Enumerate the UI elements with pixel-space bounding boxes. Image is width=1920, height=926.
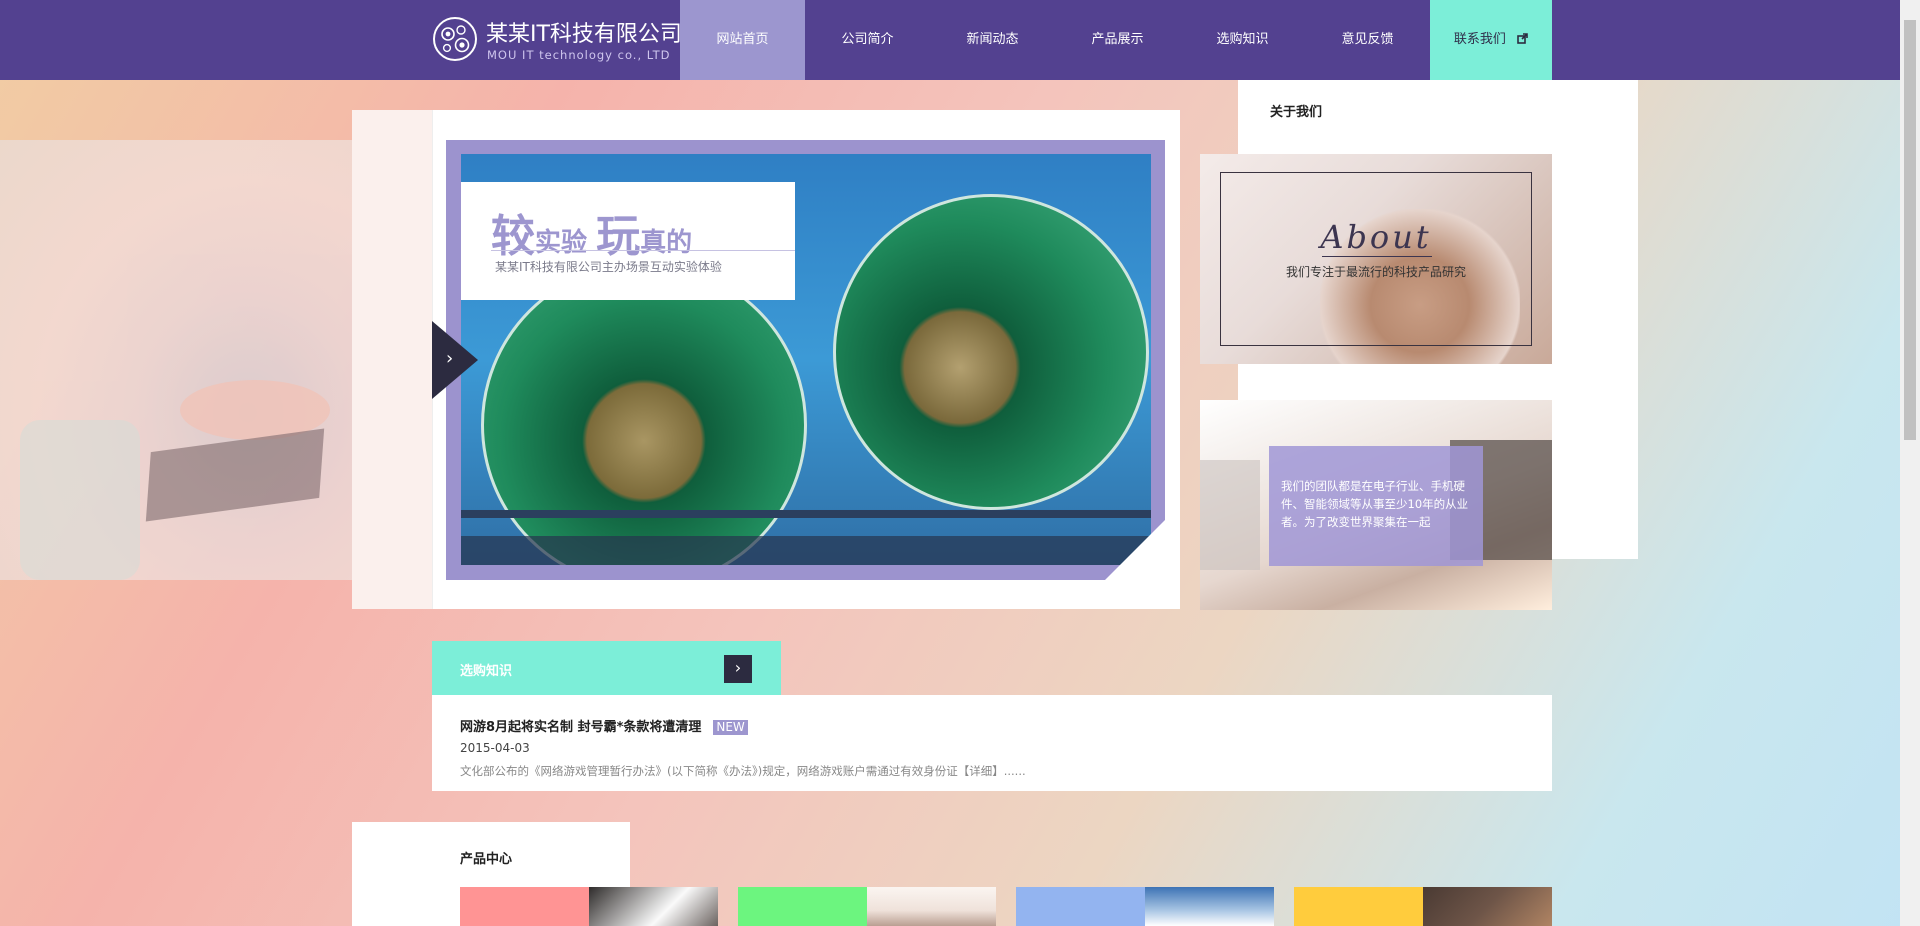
banner-title-big-2: 玩: [596, 211, 641, 262]
nav-item-buying-guide[interactable]: 选购知识: [1180, 0, 1305, 80]
logo-icon: [433, 17, 477, 61]
chevron-right-icon: ›: [734, 658, 742, 677]
knowledge-panel: 网游8月起将实名制 封号霸*条款将遭清理 NEW 2015-04-03 文化部公布…: [432, 695, 1552, 791]
product-card[interactable]: [738, 887, 996, 926]
nav-item-home[interactable]: 网站首页: [680, 0, 805, 80]
product-card-image: [1145, 887, 1274, 926]
banner-title-big-1: 较: [491, 211, 535, 262]
product-card[interactable]: [1294, 887, 1552, 926]
product-card[interactable]: [460, 887, 718, 926]
banner-caption: 较实验 玩真的 某某IT科技有限公司主办场景互动实验体验: [461, 182, 795, 300]
product-card-color-block: [1294, 887, 1423, 926]
banner-pipe-left: [481, 262, 807, 565]
photo-jar-shape: [20, 420, 140, 580]
banner-rail: [461, 510, 1151, 518]
product-card-color-block: [460, 887, 589, 926]
about-frame: [1220, 172, 1532, 346]
external-link-icon: [1517, 33, 1528, 44]
team-caption: 我们的团队都是在电子行业、手机硬件、智能领域等从事至少10年的从业者。为了改变世…: [1269, 446, 1483, 566]
banner-ground: [461, 536, 1151, 565]
banner-corner-cut: [1105, 520, 1165, 580]
product-card-image: [589, 887, 718, 926]
product-card[interactable]: [1016, 887, 1274, 926]
products-heading: 产品中心: [460, 852, 513, 867]
news-title: 网游8月起将实名制 封号霸*条款将遭清理: [460, 720, 702, 735]
knowledge-tab[interactable]: 选购知识 ›: [432, 641, 781, 695]
product-card-image: [867, 887, 996, 926]
main-nav: 网站首页 公司简介 新闻动态 产品展示 选购知识 意见反馈 联系我们: [680, 0, 1552, 80]
brand-subtitle: MOU IT technology co., LTD: [487, 48, 671, 62]
product-card-image: [1423, 887, 1552, 926]
scrollbar-thumb[interactable]: [1904, 20, 1916, 440]
news-description: 文化部公布的《网络游戏管理暂行办法》(以下简称《办法》)规定，网络游戏账户需通过…: [460, 764, 1026, 778]
nav-item-feedback[interactable]: 意见反馈: [1305, 0, 1430, 80]
banner-pipe-right: [833, 194, 1149, 510]
nav-item-news[interactable]: 新闻动态: [930, 0, 1055, 80]
about-word: About: [1320, 218, 1432, 256]
caption-divider: [491, 250, 795, 251]
logo[interactable]: 某某IT科技有限公司 MOU IT technology co., LTD: [432, 14, 682, 68]
banner-subtitle: 某某IT科技有限公司主办场景互动实验体验: [495, 260, 722, 274]
site-header: 某某IT科技有限公司 MOU IT technology co., LTD 网站…: [0, 0, 1900, 80]
team-photo-shelf-left: [1200, 460, 1260, 570]
nav-item-about[interactable]: 公司简介: [805, 0, 930, 80]
news-title-link[interactable]: 网游8月起将实名制 封号霸*条款将遭清理 NEW: [460, 716, 748, 735]
about-word-underline: [1322, 256, 1432, 257]
nav-item-contact[interactable]: 联系我们: [1430, 0, 1552, 80]
product-card-color-block: [1016, 887, 1145, 926]
new-badge: NEW: [713, 720, 748, 735]
chevron-right-icon: ›: [446, 348, 454, 369]
knowledge-tab-label: 选购知识: [460, 664, 513, 679]
banner-title: 较实验 玩真的: [491, 200, 692, 264]
news-date: 2015-04-03: [460, 741, 530, 755]
nav-item-products[interactable]: 产品展示: [1055, 0, 1180, 80]
brand-name: 某某IT科技有限公司: [486, 22, 682, 47]
about-heading: 关于我们: [1270, 105, 1323, 120]
contact-label: 联系我们: [1453, 32, 1506, 47]
product-card-color-block: [738, 887, 867, 926]
banner-title-small-2: 真的: [640, 228, 693, 258]
banner-side-strip: [352, 110, 433, 609]
banner-title-small-1: 实验: [535, 228, 588, 258]
team-text: 我们的团队都是在电子行业、手机硬件、智能领域等从事至少10年的从业者。为了改变世…: [1281, 479, 1469, 529]
decorative-photo-tablet: [0, 140, 400, 580]
knowledge-more-button[interactable]: ›: [724, 655, 752, 683]
photo-tablet-shape: [145, 428, 325, 522]
about-description: 我们专注于最流行的科技产品研究: [1285, 265, 1466, 279]
page-scrollbar[interactable]: [1900, 0, 1920, 926]
